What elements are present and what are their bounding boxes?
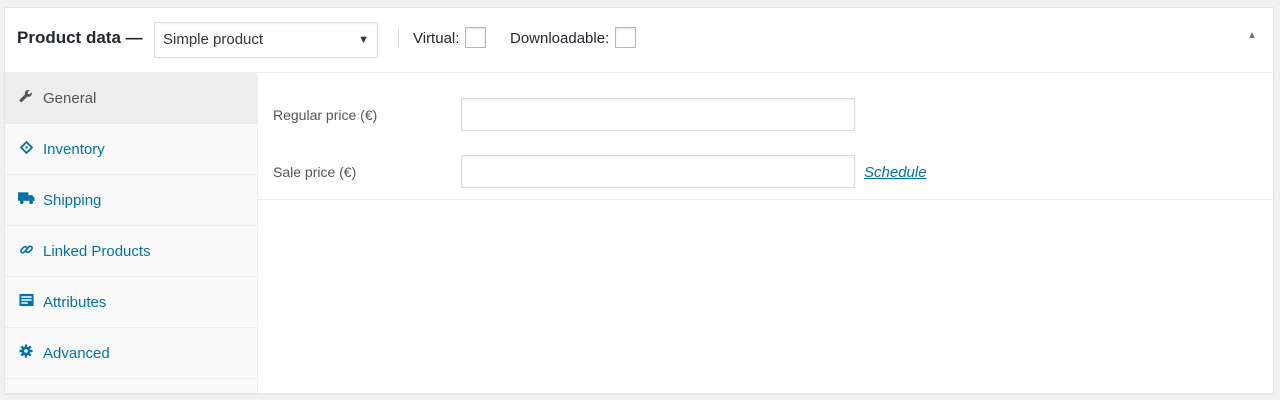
tab-general[interactable]: General xyxy=(5,73,257,124)
tab-label: Shipping xyxy=(43,191,102,209)
tab-linked-products[interactable]: Linked Products xyxy=(5,226,257,277)
truck-icon xyxy=(17,189,35,207)
tab-label: General xyxy=(43,89,97,107)
regular-price-input[interactable] xyxy=(461,98,855,131)
link-icon xyxy=(17,240,35,258)
wrench-icon xyxy=(17,87,35,105)
collapse-toggle-icon[interactable]: ▲ xyxy=(1247,29,1257,43)
sale-price-label: Sale price (€) xyxy=(273,164,357,180)
product-type-select[interactable]: Simple product ▼ xyxy=(154,22,378,58)
tab-inventory[interactable]: Inventory xyxy=(5,124,257,175)
dropdown-arrow-icon: ▼ xyxy=(358,34,369,46)
schedule-link[interactable]: Schedule xyxy=(864,164,927,182)
tag-icon xyxy=(17,138,35,156)
panel-header: Product data — Simple product ▼ Virtual:… xyxy=(5,8,1273,73)
product-data-panel: Product data — Simple product ▼ Virtual:… xyxy=(4,7,1274,394)
product-data-tabs: General Inventory Shipping Linked Produc… xyxy=(5,73,258,393)
tab-attributes[interactable]: Attributes xyxy=(5,277,257,328)
gear-icon xyxy=(17,342,35,360)
sale-price-input[interactable] xyxy=(461,155,855,188)
virtual-checkbox[interactable] xyxy=(465,27,486,48)
regular-price-label: Regular price (€) xyxy=(273,107,378,123)
tab-label: Inventory xyxy=(43,140,105,158)
virtual-label: Virtual: xyxy=(413,30,460,47)
tab-shipping[interactable]: Shipping xyxy=(5,175,257,226)
tab-label: Linked Products xyxy=(43,242,151,260)
tab-label: Advanced xyxy=(43,344,110,362)
product-type-selected-value: Simple product xyxy=(163,31,264,48)
downloadable-label: Downloadable: xyxy=(510,30,610,47)
tab-advanced[interactable]: Advanced xyxy=(5,328,257,379)
header-divider xyxy=(398,28,399,48)
general-options-panel: Regular price (€) Sale price (€) Schedul… xyxy=(258,73,1273,200)
list-icon xyxy=(17,291,35,309)
downloadable-checkbox[interactable] xyxy=(615,27,636,48)
panel-title: Product data — xyxy=(17,28,143,47)
tab-label: Attributes xyxy=(43,293,107,311)
